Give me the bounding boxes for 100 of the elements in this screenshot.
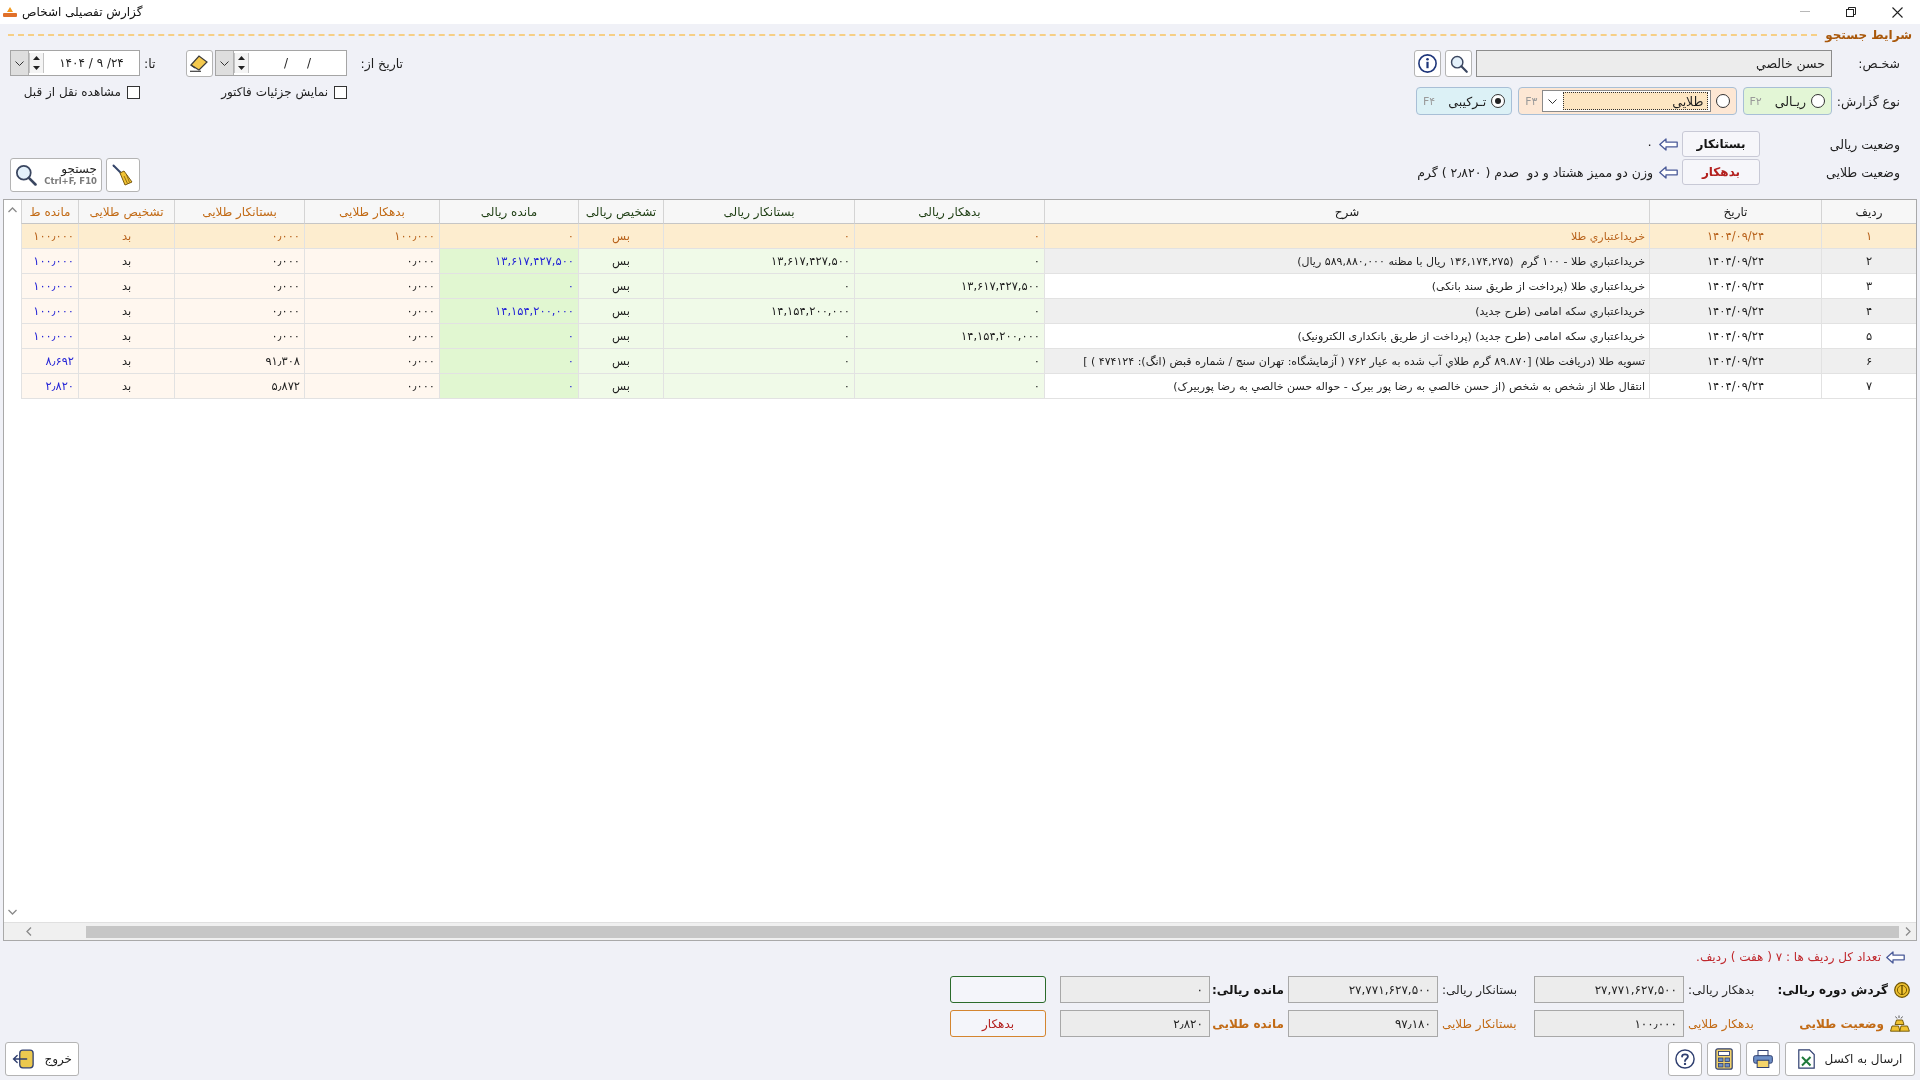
clear-button[interactable] bbox=[106, 158, 140, 192]
table-row[interactable]: ۱ ۱۴۰۴/۰۹/۲۴ خریداعتباري طلا ۰ ۰ بس ۰ ۱۰۰٫۰۰۰ ۰٫۰۰۰ بد ۱۰۰٫۰۰۰ bbox=[21, 224, 1916, 249]
arrow-left-icon bbox=[1886, 950, 1905, 964]
summary-field: ۲۷,۷۷۱,۶۲۷,۵۰۰ bbox=[1534, 976, 1684, 1003]
info-button[interactable] bbox=[1414, 50, 1441, 77]
table-cell: ۱۳,۶۱۷,۴۲۷,۵۰۰ bbox=[663, 249, 854, 274]
eraser-button[interactable] bbox=[185, 49, 213, 77]
table-cell: ۰٫۰۰۰ bbox=[174, 324, 304, 349]
field-label: بدهکار طلایی bbox=[1688, 1016, 1755, 1031]
scrollbar-thumb[interactable] bbox=[86, 925, 1899, 938]
radio-button[interactable] bbox=[1491, 94, 1506, 108]
spinner[interactable] bbox=[29, 53, 44, 73]
checkbox[interactable] bbox=[334, 85, 347, 99]
chevron-up-icon[interactable] bbox=[8, 207, 17, 213]
table-cell: ۰٫۰۰۰ bbox=[174, 249, 304, 274]
radio-button[interactable] bbox=[1715, 94, 1730, 108]
chevron-down-icon bbox=[1547, 98, 1557, 104]
table-cell: ۰ bbox=[439, 274, 578, 299]
coin-icon bbox=[1894, 981, 1910, 998]
restore-icon bbox=[1846, 7, 1856, 17]
table-row[interactable]: ۵ ۱۴۰۴/۰۹/۲۴ خریداعتباري سکه امامی (طرح جدید) (پرداخت از طریق بانکداری الکترونیک) ۱۴,۱۵۴,۲۰۰,۰۰۰ ۰ بس ۰ ۰٫۰۰۰ ۰٫۰۰۰ بد ۱۰۰٫۰۰۰ bbox=[21, 324, 1916, 349]
exit-icon bbox=[12, 1048, 35, 1070]
column-header[interactable]: تشخیص ریالی bbox=[578, 200, 663, 224]
table-cell: انتقال طلا از شخص به شخص (از حسن خالصي به رضا پور بیرک - حواله حسن خالصي به رضا پوربیرک) bbox=[1044, 374, 1649, 399]
table-cell: ۰ bbox=[663, 349, 854, 374]
calculator-button[interactable] bbox=[1707, 1042, 1741, 1076]
table-cell: ۰ bbox=[663, 374, 854, 399]
chevron-down-icon bbox=[220, 60, 229, 66]
search-icon bbox=[1449, 54, 1468, 73]
table-row[interactable]: ۲ ۱۴۰۴/۰۹/۲۴ خریداعتباري طلا - ۱۰۰ گرم (۱۳۶,۱۷۴,۲۷۵ ریال با مظنه ۵۸۹,۸۸۰,۰۰۰ ریال) ۰ ۱۳,۶۱۷,۴۲۷,۵۰۰ بس ۱۳,۶۱۷,۴۲۷,۵۰۰ ۰٫۰۰۰ ۰٫۰۰۰ بد ۱۰۰٫۰۰۰ bbox=[21, 249, 1916, 274]
column-header[interactable]: ردیف bbox=[1821, 200, 1916, 224]
table-cell: ۴ bbox=[1821, 299, 1916, 324]
table-cell: ۱۴۰۴/۰۹/۲۴ bbox=[1649, 374, 1821, 399]
triangle-down-icon[interactable] bbox=[238, 66, 245, 70]
table-row[interactable]: ۳ ۱۴۰۴/۰۹/۲۴ خریداعتباري طلا (پرداخت از طریق سند بانکی) ۱۳,۶۱۷,۴۲۷,۵۰۰ ۰ بس ۰ ۰٫۰۰۰ ۰٫۰۰۰ بد ۱۰۰٫۰۰۰ bbox=[21, 274, 1916, 299]
column-header[interactable]: بدهکار طلایی bbox=[304, 200, 439, 224]
table-cell: ۰ bbox=[854, 374, 1044, 399]
radio-button[interactable] bbox=[1811, 94, 1825, 108]
table-cell: ۱۰۰٫۰۰۰ bbox=[21, 249, 78, 274]
field-label: تا: bbox=[143, 55, 157, 71]
spinner[interactable] bbox=[234, 53, 249, 73]
person-field[interactable]: حسن خالصي bbox=[1476, 50, 1832, 77]
search-button[interactable] bbox=[1445, 50, 1472, 77]
table-cell: ۰ bbox=[854, 299, 1044, 324]
table-row[interactable]: ۷ ۱۴۰۴/۰۹/۲۴ انتقال طلا از شخص به شخص (از حسن خالصي به رضا پور بیرک - حواله حسن خالصي به رضا پوربیرک) ۰ ۰ بس ۰ ۰٫۰۰۰ ۵٫۸۷۲ بد ۲٫۸۲۰ bbox=[21, 374, 1916, 399]
table-cell: ۰٫۰۰۰ bbox=[174, 299, 304, 324]
column-header[interactable]: بستانکار ریالی bbox=[663, 200, 854, 224]
status-field: بستانکار bbox=[1682, 131, 1760, 157]
table-cell: ۱۰۰٫۰۰۰ bbox=[21, 299, 78, 324]
chevron-down-icon[interactable] bbox=[8, 909, 17, 915]
combo-box[interactable]: طلایی bbox=[1542, 90, 1711, 112]
horizontal-scrollbar[interactable] bbox=[4, 922, 1916, 940]
table-cell: ۰٫۰۰۰ bbox=[304, 249, 439, 274]
report-type-option[interactable]: طلایی F۳ bbox=[1518, 87, 1737, 115]
column-header[interactable]: تشخیص طلایی bbox=[78, 200, 174, 224]
date-field[interactable]: ۱۴۰۴ / ۹ /۲۴ bbox=[10, 50, 140, 76]
column-header[interactable]: شرح bbox=[1044, 200, 1649, 224]
table-cell: خریداعتباري طلا - ۱۰۰ گرم (۱۳۶,۱۷۴,۲۷۵ ریال با مظنه ۵۸۹,۸۸۰,۰۰۰ ریال) bbox=[1044, 249, 1649, 274]
export-button[interactable]: ارسال به اکسل bbox=[1785, 1042, 1915, 1076]
info-icon bbox=[1418, 54, 1437, 73]
status-field: بدهکار bbox=[1682, 159, 1760, 185]
table-cell: بد bbox=[78, 249, 174, 274]
report-type-option[interactable]: تـرکیبی F۴ bbox=[1416, 87, 1513, 115]
printer-icon bbox=[1753, 1048, 1773, 1070]
table-cell: خریداعتباري سکه امامی (طرح جدید) bbox=[1044, 299, 1649, 324]
column-header[interactable]: بدهکار ریالی bbox=[854, 200, 1044, 224]
help-button[interactable] bbox=[1668, 1042, 1702, 1076]
table-row[interactable]: ۴ ۱۴۰۴/۰۹/۲۴ خریداعتباري سکه امامی (طرح جدید) ۰ ۱۴,۱۵۴,۲۰۰,۰۰۰ بس ۱۴,۱۵۴,۲۰۰,۰۰۰ ۰٫۰۰۰ ۰٫۰۰۰ بد ۱۰۰٫۰۰۰ bbox=[21, 299, 1916, 324]
column-header[interactable]: بستانکار طلایی bbox=[174, 200, 304, 224]
row-count: تعداد کل ردیف ها : ۷ ( هفت ) ردیف. bbox=[1696, 950, 1881, 964]
field-label: تاریخ از: bbox=[359, 55, 403, 71]
table-cell: ۵ bbox=[1821, 324, 1916, 349]
checkbox[interactable] bbox=[127, 85, 140, 99]
field-label: نوع گزارش: bbox=[1836, 93, 1900, 109]
table-cell: ۱۳,۶۱۷,۴۲۷,۵۰۰ bbox=[854, 274, 1044, 299]
field-label: شخـص: bbox=[1857, 56, 1900, 71]
summary-title: وضعیت طلایی bbox=[1799, 1016, 1884, 1031]
table-cell: بس bbox=[578, 249, 663, 274]
triangle-up-icon[interactable] bbox=[238, 56, 245, 60]
triangle-up-icon[interactable] bbox=[33, 56, 40, 60]
exit-button[interactable]: خروج bbox=[5, 1042, 79, 1076]
table-row[interactable]: ۶ ۱۴۰۴/۰۹/۲۴ تسویه طلا (دریافت طلا) [۸۹.۸۷۰ گرم طلاي آب شده به عیار ۷۶۲ ( آزمایشگاه: تهران سنج / شماره قبض (انگ): ۴۷۴۱۲۴ ) ] ۰ ۰ بس ۰ ۰٫۰۰۰ ۹۱٫۳۰۸ بد ۸٫۶۹۲ bbox=[21, 349, 1916, 374]
table-cell: ۲ bbox=[1821, 249, 1916, 274]
table-cell: ۰ bbox=[854, 349, 1044, 374]
date-field[interactable]: / / bbox=[215, 50, 347, 76]
section-title: شرایط جستجو bbox=[1825, 28, 1912, 42]
column-header[interactable]: مانده ریالی bbox=[439, 200, 578, 224]
report-type-option[interactable]: ریـالی F۲ bbox=[1742, 87, 1832, 115]
column-header[interactable]: تاریخ bbox=[1649, 200, 1821, 224]
summary-field: ۲٫۸۲۰ bbox=[1060, 1010, 1210, 1037]
column-header[interactable]: مانده ط bbox=[21, 200, 78, 224]
shortcut-hint: F۴ bbox=[1423, 94, 1436, 108]
field-label: بدهکار ریالی: bbox=[1688, 982, 1756, 997]
table-cell: بس bbox=[578, 374, 663, 399]
triangle-down-icon[interactable] bbox=[33, 66, 40, 70]
table-cell: بس bbox=[578, 349, 663, 374]
checkbox-label: نمایش جزئیات فاکتور bbox=[221, 85, 328, 99]
table-cell: خریداعتباري طلا (پرداخت از طریق سند بانکی) bbox=[1044, 274, 1649, 299]
status-note: وزن دو ممیز هشتاد و دو صدم ( ۲٫۸۲۰ ) گرم bbox=[1417, 164, 1653, 180]
print-button[interactable] bbox=[1746, 1042, 1780, 1076]
